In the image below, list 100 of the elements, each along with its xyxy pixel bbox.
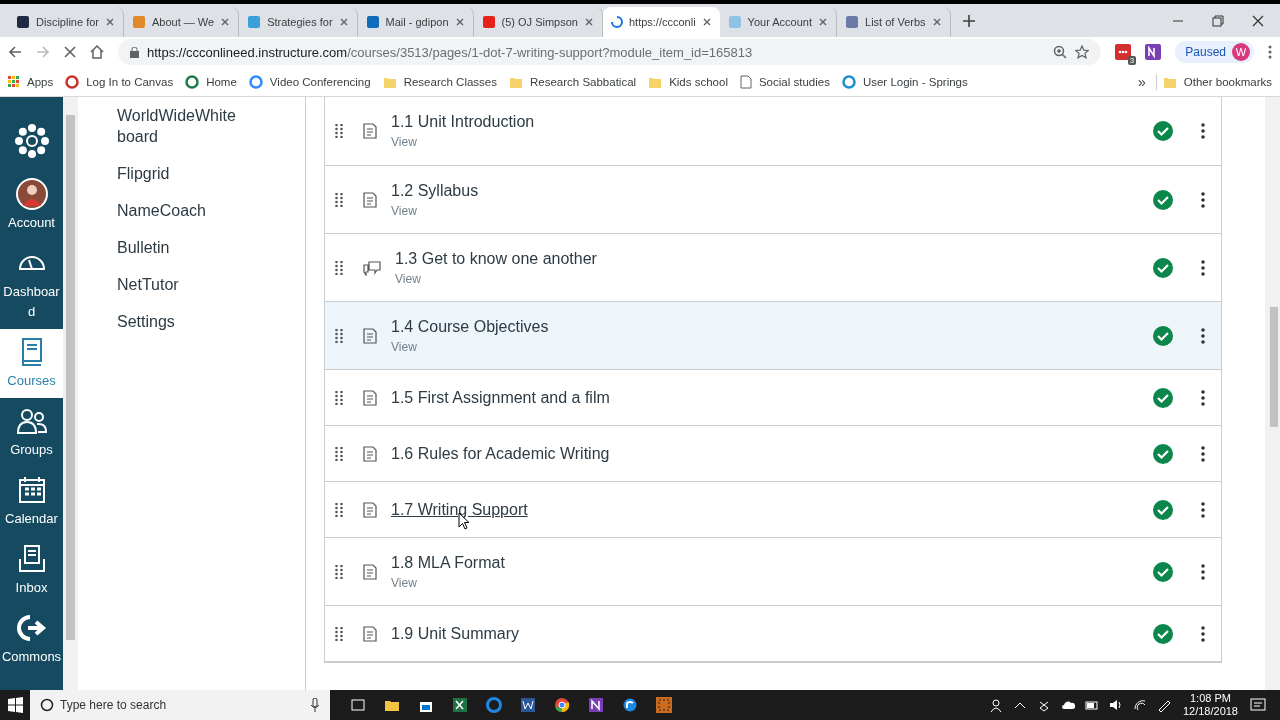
kebab-menu-icon[interactable]	[1201, 445, 1205, 462]
excel-icon[interactable]	[452, 697, 468, 713]
course-nav-link[interactable]: WorldWideWhiteboard	[117, 97, 244, 155]
kebab-menu-icon[interactable]	[1201, 389, 1205, 406]
bookmark[interactable]: Social studies	[733, 74, 836, 89]
course-nav-link[interactable]: NetTutor	[117, 266, 244, 303]
drag-handle-icon[interactable]	[335, 502, 343, 517]
nav-item[interactable]: Courses	[0, 329, 63, 398]
pen-icon[interactable]	[1156, 698, 1171, 712]
people-icon[interactable]	[988, 698, 1003, 712]
bookmark[interactable]: User Login - Springs	[835, 74, 974, 89]
drag-handle-icon[interactable]	[335, 192, 343, 207]
published-icon[interactable]	[1153, 189, 1173, 210]
star-icon[interactable]	[1075, 45, 1090, 59]
nav-item[interactable]: Inbox	[0, 536, 63, 605]
published-icon[interactable]	[1153, 325, 1173, 346]
course-nav-link[interactable]: Bulletin	[117, 229, 244, 266]
bookmark[interactable]: Research Classes	[376, 74, 503, 89]
drag-handle-icon[interactable]	[335, 260, 343, 275]
published-icon[interactable]	[1153, 257, 1173, 278]
bookmark[interactable]: Kids school	[642, 74, 734, 89]
word-icon[interactable]	[520, 697, 536, 713]
module-item-link[interactable]: 1.8 MLA Format	[391, 553, 505, 572]
published-icon[interactable]	[1153, 499, 1173, 520]
close-icon[interactable]	[583, 17, 594, 27]
battery-icon[interactable]	[1084, 698, 1099, 712]
module-item-row[interactable]: 1.4 Course Objectives View	[325, 302, 1221, 370]
kebab-menu-icon[interactable]	[1201, 327, 1205, 344]
bookmark[interactable]: Log In to Canvas	[59, 74, 180, 89]
close-icon[interactable]	[1252, 14, 1264, 27]
drag-handle-icon[interactable]	[335, 328, 343, 343]
close-icon[interactable]	[220, 17, 231, 27]
bookmark[interactable]: Other bookmarks	[1156, 74, 1278, 89]
back-icon[interactable]	[8, 45, 22, 59]
published-icon[interactable]	[1153, 121, 1173, 141]
bookmark[interactable]: Video Conferencing	[242, 74, 377, 89]
close-icon[interactable]	[701, 17, 712, 27]
drag-handle-icon[interactable]	[335, 626, 343, 641]
restore-icon[interactable]	[1212, 14, 1224, 27]
published-icon[interactable]	[1153, 387, 1173, 408]
scrollbar-thumb[interactable]	[1270, 307, 1278, 427]
module-item-link[interactable]: 1.4 Course Objectives	[391, 317, 549, 336]
module-item-link[interactable]: 1.2 Syllabus	[391, 181, 479, 200]
nav-item[interactable]: Calendar	[0, 467, 63, 536]
close-icon[interactable]	[338, 17, 349, 27]
drag-handle-icon[interactable]	[335, 124, 343, 138]
microphone-icon[interactable]	[310, 698, 320, 712]
clock[interactable]: 1:08 PM 12/18/2018	[1182, 690, 1238, 720]
new-tab-icon[interactable]	[962, 14, 975, 27]
module-item-link[interactable]: 1.6 Rules for Academic Writing	[391, 444, 610, 463]
close-icon[interactable]	[104, 17, 115, 27]
nav-item[interactable]: Groups	[0, 398, 63, 467]
bookmark[interactable]: Home	[179, 74, 243, 89]
zoom-icon[interactable]	[1053, 45, 1068, 59]
module-item-link[interactable]: 1.7 Writing Support	[391, 500, 528, 519]
home-icon[interactable]	[90, 45, 104, 59]
bookmark[interactable]: Research Sabbatical	[503, 74, 643, 89]
scrollbar-thumb[interactable]	[66, 115, 75, 640]
kebab-menu-icon[interactable]	[1201, 191, 1205, 208]
drag-handle-icon[interactable]	[335, 390, 343, 405]
more-icon[interactable]	[1268, 45, 1272, 59]
drag-handle-icon[interactable]	[335, 564, 343, 579]
nav-item[interactable]: Dashboard	[0, 240, 63, 329]
bookmark[interactable]: Apps	[2, 75, 60, 88]
course-nav-link[interactable]: Settings	[117, 303, 244, 340]
close-icon[interactable]	[931, 17, 942, 27]
kebab-menu-icon[interactable]	[1201, 501, 1205, 518]
nav-item[interactable]: Commons	[0, 605, 63, 674]
overflow-button[interactable]: »	[1128, 73, 1157, 90]
search-field[interactable]: Type here to search	[30, 690, 330, 720]
task-view-icon[interactable]	[350, 697, 366, 713]
drag-handle-icon[interactable]	[335, 446, 343, 461]
module-item-link[interactable]: 1.5 First Assignment and a film	[391, 388, 610, 407]
volume-icon[interactable]	[1108, 698, 1123, 712]
module-item-link[interactable]: 1.3 Get to know one another	[395, 249, 597, 268]
address-bar[interactable]: https://ccconlineed.instructure.com/courses/3513/pages/1-dot-7-writing-support?module_item_id=165813	[118, 39, 1102, 65]
module-item-link[interactable]: 1.1 Unit Introduction	[391, 113, 535, 131]
browser-tab[interactable]: https://ccconli	[602, 7, 720, 37]
onenote-icon[interactable]	[1145, 44, 1162, 60]
module-item-link[interactable]: 1.9 Unit Summary	[391, 624, 520, 643]
published-icon[interactable]	[1153, 623, 1173, 644]
kebab-menu-icon[interactable]	[1201, 123, 1205, 139]
kebab-menu-icon[interactable]	[1201, 563, 1205, 580]
kebab-menu-icon[interactable]	[1201, 259, 1205, 276]
stop-icon[interactable]	[64, 46, 76, 58]
close-icon[interactable]	[454, 17, 465, 27]
edge-icon[interactable]	[486, 697, 502, 713]
profile-button[interactable]: Paused W	[1175, 41, 1254, 63]
published-icon[interactable]	[1153, 443, 1173, 464]
onenote-icon[interactable]	[588, 697, 604, 713]
notifications-icon[interactable]	[1250, 697, 1266, 713]
close-icon[interactable]	[818, 17, 829, 27]
extension-icon[interactable]	[1115, 44, 1132, 60]
published-icon[interactable]	[1153, 561, 1173, 582]
wifi-icon[interactable]	[1132, 698, 1147, 712]
chrome-icon[interactable]	[554, 697, 570, 713]
kebab-menu-icon[interactable]	[1201, 625, 1205, 642]
nav-item[interactable]: Account	[0, 171, 63, 240]
app-icon[interactable]	[622, 697, 638, 713]
course-nav-link[interactable]: NameCoach	[117, 192, 244, 229]
